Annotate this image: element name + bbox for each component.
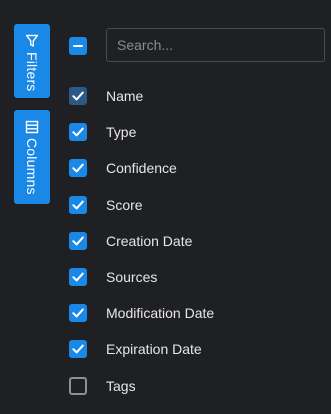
column-item[interactable]: Name [69,78,214,114]
checkmark-icon [72,308,84,318]
column-item[interactable]: Type [69,114,214,150]
checkmark-icon [72,91,84,101]
filter-icon [25,34,39,47]
filters-tab[interactable]: Filters [14,24,50,98]
column-item[interactable]: Sources [69,259,214,295]
column-item[interactable]: Expiration Date [69,331,214,367]
checkmark-icon [72,272,84,282]
column-list: Name Type Confidence Score Creation Date Sour… [69,78,214,404]
column-checkbox[interactable] [69,87,87,106]
column-item[interactable]: Confidence [69,150,214,186]
column-label: Name [106,88,144,105]
column-item[interactable]: Creation Date [69,223,214,259]
checkmark-icon [72,236,84,246]
column-checkbox[interactable] [69,123,87,142]
column-checkbox[interactable] [69,340,87,359]
checkmark-icon [72,127,84,137]
column-checkbox[interactable] [69,376,87,395]
select-all-checkbox[interactable] [69,37,87,55]
columns-tab[interactable]: Columns [14,110,50,204]
column-label: Tags [106,377,136,394]
column-label: Expiration Date [106,341,202,358]
indeterminate-dash-icon [73,45,83,47]
column-label: Score [106,196,143,213]
column-item[interactable]: Tags [69,368,214,404]
checkmark-icon [72,345,84,354]
column-label: Confidence [106,160,177,177]
column-label: Modification Date [106,305,215,322]
column-checkbox[interactable] [69,268,87,287]
filters-tab-label: Filters [24,52,40,92]
column-item[interactable]: Score [69,187,214,223]
column-label: Sources [106,269,158,286]
column-checkbox[interactable] [69,195,87,214]
columns-icon [25,120,39,134]
column-label: Type [106,124,137,141]
column-checkbox[interactable] [69,159,87,178]
column-search-input[interactable] [106,28,325,62]
column-item[interactable]: Modification Date [69,295,214,331]
column-checkbox[interactable] [69,231,87,250]
columns-tab-label: Columns [24,138,40,195]
column-checkbox[interactable] [69,304,87,323]
column-label: Creation Date [106,232,193,249]
checkmark-icon [72,200,84,210]
checkmark-icon [72,164,84,173]
